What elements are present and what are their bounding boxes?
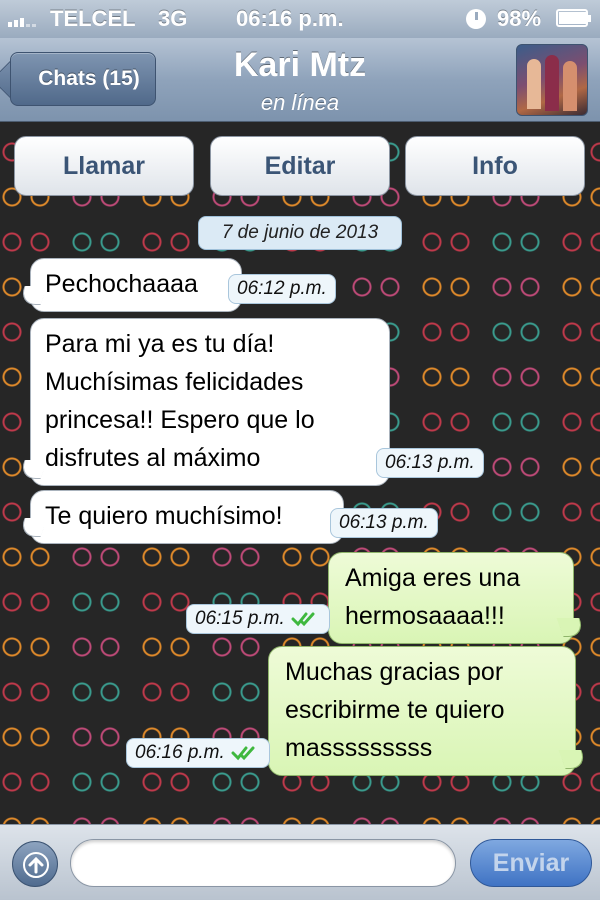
message-text: Amiga eres una hermosaaaa!!! — [345, 564, 521, 630]
message-timestamp: 06:15 p.m. — [186, 604, 330, 634]
message-text: Muchas gracias por escribirme te quiero … — [285, 658, 505, 762]
send-button[interactable]: Enviar — [470, 839, 592, 887]
double-check-icon — [291, 612, 315, 627]
upload-arrow-icon[interactable] — [12, 841, 58, 887]
status-time: 06:16 p.m. — [236, 6, 344, 31]
chat-area[interactable]: Llamar Editar Info 7 de junio de 2013 Pe… — [0, 122, 600, 824]
battery-percentage: 98% — [497, 6, 542, 31]
message-outgoing[interactable]: Muchas gracias por escribirme te quiero … — [268, 646, 576, 776]
signal-icon — [8, 11, 36, 27]
edit-button-label: Editar — [264, 151, 336, 180]
message-text: Pechochaaaa — [45, 270, 198, 298]
send-button-label: Enviar — [492, 848, 570, 877]
status-bar: TELCEL 3G 06:16 p.m. 98% — [0, 0, 600, 38]
composer-bar: Enviar — [0, 824, 600, 900]
edit-button[interactable]: Editar — [210, 136, 390, 196]
call-button[interactable]: Llamar — [14, 136, 194, 196]
message-outgoing[interactable]: Amiga eres una hermosaaaa!!! — [328, 552, 574, 644]
info-button[interactable]: Info — [405, 136, 585, 196]
double-check-icon — [231, 746, 255, 761]
message-timestamp: 06:13 p.m. — [330, 508, 438, 538]
avatar[interactable] — [516, 44, 588, 116]
message-incoming[interactable]: Pechochaaaa — [30, 258, 242, 312]
contact-status: en línea — [260, 90, 340, 115]
message-timestamp: 06:13 p.m. — [376, 448, 484, 478]
contact-name: Kari Mtz — [233, 46, 367, 84]
date-separator: 7 de junio de 2013 — [198, 216, 402, 250]
battery-charging-icon — [556, 9, 591, 27]
message-incoming[interactable]: Te quiero muchísimo! — [30, 490, 344, 544]
chat-actions: Llamar Editar Info — [0, 136, 600, 196]
clock-icon — [466, 9, 486, 29]
carrier-label: TELCEL — [50, 6, 136, 31]
info-button-label: Info — [472, 151, 518, 180]
message-text: Para mi ya es tu día! Muchísimas felicid… — [45, 330, 315, 472]
message-input[interactable] — [70, 839, 456, 887]
navigation-bar: Chats (15) Kari Mtz en línea — [0, 38, 600, 122]
message-timestamp: 06:12 p.m. — [228, 274, 336, 304]
message-incoming[interactable]: Para mi ya es tu día! Muchísimas felicid… — [30, 318, 390, 486]
back-button-label: Chats (15) — [38, 67, 140, 90]
message-text: Te quiero muchísimo! — [45, 502, 283, 530]
network-label: 3G — [158, 6, 188, 31]
message-timestamp: 06:16 p.m. — [126, 738, 270, 768]
call-button-label: Llamar — [63, 151, 145, 180]
back-to-chats-button[interactable]: Chats (15) — [10, 52, 156, 106]
